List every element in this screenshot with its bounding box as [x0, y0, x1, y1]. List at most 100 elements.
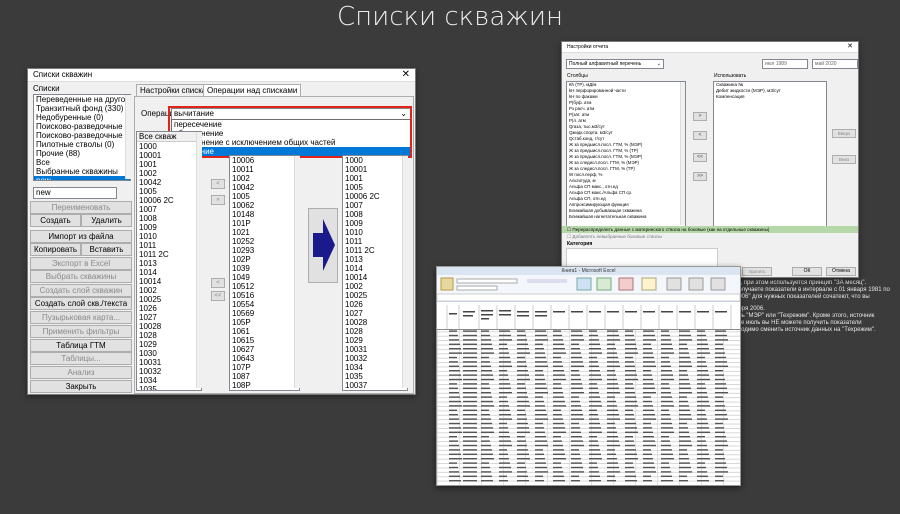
- second-list-item[interactable]: 10516: [230, 291, 299, 300]
- close-button[interactable]: Закрыть: [30, 380, 132, 393]
- second-list-item[interactable]: 10011: [230, 165, 299, 174]
- list-item[interactable]: Поисково-разведочные (1): [34, 122, 130, 131]
- second-list-item[interactable]: 10512: [230, 282, 299, 291]
- lists-scrollbar[interactable]: [125, 95, 131, 179]
- use-listbox[interactable]: Скважина № Дебит жидкости (МЭР), м3/сут Ко…: [713, 81, 827, 227]
- bubble-map-button[interactable]: Пузырьковая карта...: [30, 311, 132, 324]
- excel-ribbon[interactable]: [437, 275, 740, 302]
- second-list-item[interactable]: 102Р: [230, 255, 299, 264]
- all-wells-item[interactable]: 1035: [137, 385, 201, 390]
- all-wells-item[interactable]: 1007: [137, 205, 201, 214]
- all-wells-item[interactable]: 1001: [137, 160, 201, 169]
- result-item[interactable]: 10032: [343, 354, 407, 363]
- all-wells-item[interactable]: 10031: [137, 358, 201, 367]
- report-delete-button[interactable]: Удалить: [742, 267, 772, 276]
- list-item[interactable]: Прочие (88): [34, 149, 130, 158]
- second-list-item[interactable]: 10554: [230, 300, 299, 309]
- gtm-table-button[interactable]: Таблица ГТМ: [30, 339, 132, 352]
- result-item[interactable]: 10031: [343, 345, 407, 354]
- cancel-button[interactable]: Отмена: [826, 267, 856, 276]
- move-up-button[interactable]: Вверх: [832, 129, 856, 138]
- execute-operation-button[interactable]: [308, 208, 338, 283]
- all-wells-item[interactable]: 10025: [137, 295, 201, 304]
- delete-button[interactable]: Удалить: [81, 214, 132, 227]
- second-list-item[interactable]: 101Р: [230, 219, 299, 228]
- all-wells-item[interactable]: 1013: [137, 259, 201, 268]
- create-button[interactable]: Создать: [30, 214, 81, 227]
- remove-all-columns-button[interactable]: <<: [693, 153, 707, 162]
- tab-list-operations[interactable]: Операции над списками: [203, 84, 302, 96]
- all-wells-item[interactable]: 10014: [137, 277, 201, 286]
- all-wells-item[interactable]: 10028: [137, 322, 201, 331]
- all-wells-header[interactable]: Все скваж: [137, 132, 201, 142]
- all-wells-item[interactable]: 1002: [137, 286, 201, 295]
- result-item[interactable]: 1000: [343, 156, 407, 165]
- result-item[interactable]: 1005: [343, 183, 407, 192]
- second-list-item[interactable]: 10615: [230, 336, 299, 345]
- list-item[interactable]: Все: [34, 158, 130, 167]
- result-item[interactable]: 10014: [343, 273, 407, 282]
- second-list-item[interactable]: 10569: [230, 309, 299, 318]
- all-wells-item[interactable]: 10032: [137, 367, 201, 376]
- lists-listbox[interactable]: Переведенные на другой об Транзитный фонд…: [33, 94, 131, 181]
- second-list-item[interactable]: 10252: [230, 237, 299, 246]
- result-item[interactable]: 1008: [343, 210, 407, 219]
- list-name-input[interactable]: new: [33, 187, 117, 199]
- tables-button[interactable]: Таблицы...: [30, 352, 132, 365]
- result-item[interactable]: 10006 2С: [343, 192, 407, 201]
- result-item[interactable]: 1010: [343, 228, 407, 237]
- second-list-item[interactable]: 1021: [230, 228, 299, 237]
- result-item[interactable]: 1027: [343, 309, 407, 318]
- move-down-button[interactable]: Вниз: [832, 155, 856, 164]
- move-all-left-button[interactable]: <<: [211, 291, 225, 301]
- result-item[interactable]: 1001: [343, 174, 407, 183]
- list-item[interactable]: Переведенные на другой об: [34, 95, 130, 104]
- second-list-item[interactable]: 10062: [230, 201, 299, 210]
- second-list-item[interactable]: 108Р: [230, 381, 299, 390]
- list-item[interactable]: Недобуренные (0): [34, 113, 130, 122]
- create-layer-button[interactable]: Создать слой скважин: [30, 284, 132, 297]
- use-item[interactable]: Компенсация: [714, 94, 826, 100]
- create-layer-text-button[interactable]: Создать слой скв./текста: [30, 297, 132, 310]
- second-list-item[interactable]: 10643: [230, 354, 299, 363]
- move-left-button-2[interactable]: <: [211, 278, 225, 288]
- list-item[interactable]: Выбранные скважины: [34, 167, 130, 176]
- list-type-select[interactable]: Полный алфавитный перечень ⌄: [566, 59, 664, 69]
- close-icon[interactable]: ✕: [847, 42, 853, 52]
- all-wells-item[interactable]: 1026: [137, 304, 201, 313]
- move-left-button[interactable]: <: [211, 179, 225, 189]
- columns-listbox[interactable]: Кh (ТР), мД/м kH перфорированной части kH …: [566, 81, 686, 227]
- all-wells-item[interactable]: 1009: [137, 223, 201, 232]
- second-list-item[interactable]: 105Р: [230, 318, 299, 327]
- chevron-down-icon[interactable]: ⌄: [657, 60, 661, 68]
- result-item[interactable]: 1026: [343, 300, 407, 309]
- result-item[interactable]: 1011 2С: [343, 246, 407, 255]
- result-item[interactable]: 10028: [343, 318, 407, 327]
- all-wells-item[interactable]: 1011: [137, 241, 201, 250]
- add-all-columns-button[interactable]: >>: [693, 172, 707, 181]
- result-item[interactable]: 1034: [343, 363, 407, 372]
- choose-wells-button[interactable]: Выбрать скважины: [30, 270, 132, 283]
- all-wells-scrollbar[interactable]: [196, 132, 202, 388]
- second-list-item[interactable]: 10042: [230, 183, 299, 192]
- second-list-item[interactable]: 10293: [230, 246, 299, 255]
- remove-column-button[interactable]: <: [693, 131, 707, 140]
- date-to-input[interactable]: май 2020: [812, 59, 858, 69]
- second-list-item[interactable]: 10148: [230, 210, 299, 219]
- result-item[interactable]: 1009: [343, 219, 407, 228]
- ok-button[interactable]: ОК: [792, 267, 822, 276]
- all-wells-item[interactable]: 1028: [137, 331, 201, 340]
- columns-scrollbar[interactable]: [680, 82, 685, 225]
- all-wells-item[interactable]: 1002: [137, 169, 201, 178]
- result-item[interactable]: 1011: [343, 237, 407, 246]
- second-list-item[interactable]: 1039: [230, 264, 299, 273]
- list-item[interactable]: Пилотные стволы (0): [34, 140, 130, 149]
- all-wells-item[interactable]: 10001: [137, 151, 201, 160]
- paste-button[interactable]: Вставить: [81, 243, 132, 256]
- all-wells-item[interactable]: 1029: [137, 340, 201, 349]
- result-item[interactable]: 1014: [343, 264, 407, 273]
- import-file-button[interactable]: Импорт из файла: [30, 230, 132, 243]
- rename-button[interactable]: Переименовать: [30, 201, 132, 214]
- add-sidetracks-checkbox[interactable]: ☐ Добавлять невыбранные боковые стволы: [567, 233, 662, 240]
- all-wells-item[interactable]: 1008: [137, 214, 201, 223]
